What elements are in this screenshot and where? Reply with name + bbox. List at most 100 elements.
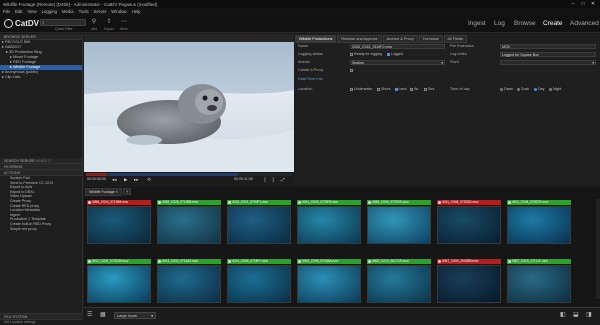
nav-create[interactable]: Create <box>543 20 563 27</box>
step-back-icon[interactable]: ◂◂ <box>112 177 117 183</box>
view-size-select[interactable]: Large Icons ▾ <box>114 312 156 319</box>
clip-status-bar: 4041_C004_0720F8.mov <box>297 200 361 205</box>
clip-tile[interactable]: 4004_C006_0715AA.mov <box>297 259 361 311</box>
loop-icon[interactable]: ⟲ <box>147 177 151 183</box>
add-tab-icon[interactable]: + <box>123 188 132 195</box>
clip-tile[interactable]: 4041_C004_0720F8.mov <box>297 200 361 252</box>
list-view-icon[interactable]: ☰ <box>87 311 92 318</box>
quick-filter-input[interactable]: ⌕ <box>40 19 86 26</box>
clip-tile[interactable]: 4011_C048_0720DD.mov <box>437 200 501 252</box>
clip-tile[interactable]: 4013_C002_0716A2.mov <box>157 259 221 311</box>
clip-name: 4010_C021_0720F1.mov <box>232 200 268 204</box>
clip-status-bar: 4010_C021_0720F1.mov <box>227 200 291 205</box>
file-extension-label: File Extension <box>450 44 474 48</box>
nav-browse[interactable]: Browse <box>514 20 536 27</box>
clip-tile[interactable]: 4011_C003_0720CB.mov <box>87 259 151 311</box>
clip-status-bar: 4013_C002_0716A2.mov <box>157 259 221 264</box>
location-checkbox[interactable]: Air <box>410 87 419 91</box>
add-label: Add <box>91 27 97 31</box>
clip-thumbnail <box>87 206 151 244</box>
filter-icon[interactable]: ⚲ <box>89 18 99 25</box>
nav-log[interactable]: Log <box>494 20 505 27</box>
location-checkbox[interactable]: Shore <box>377 87 391 91</box>
ready-for-logging-checkbox[interactable]: Ready for logging <box>350 52 382 56</box>
nav-ingest[interactable]: Ingest <box>468 20 486 27</box>
clip-thumbnail <box>227 206 291 244</box>
nav-advanced[interactable]: Advanced <box>570 20 599 27</box>
clip-tile[interactable]: 4058_C026_0713B8.mov <box>157 200 221 252</box>
clip-tile[interactable]: 0367_C009_2002BB.mov <box>437 259 501 311</box>
metadata-tab[interactable]: All Fields <box>443 35 467 43</box>
logged-checkbox[interactable]: Logged <box>387 52 403 56</box>
menu-item-tools[interactable]: Tools <box>79 9 89 14</box>
more-icon[interactable]: ⋯ <box>119 18 129 25</box>
clip-thumbnail <box>157 206 221 244</box>
close-icon[interactable]: ✕ <box>588 0 598 8</box>
clip-tile[interactable]: 4010_C021_0720F1.mov <box>227 200 291 252</box>
timeline-scrubber[interactable] <box>86 173 292 176</box>
maximize-icon[interactable]: □ <box>578 0 588 8</box>
time-of-day-radio[interactable]: Dawn <box>500 87 513 91</box>
grid-view-icon[interactable]: ▦ <box>100 311 106 318</box>
clip-tile[interactable]: 0367_C019_1711JC.mov <box>507 259 571 311</box>
checkbox-icon <box>423 87 427 91</box>
clip-name: 4011_C003_0720CB.mov <box>92 259 129 263</box>
create-proxy-checkbox[interactable] <box>350 68 354 72</box>
metadata-tab[interactable]: Release and Approve <box>337 35 382 43</box>
panel-right-icon[interactable]: ◨ <box>586 311 592 318</box>
plant-select[interactable]: ▾ <box>500 60 596 65</box>
menu-item-server[interactable]: Server <box>94 9 107 14</box>
mark-in-icon[interactable]: ⟦ <box>264 177 266 183</box>
location-checkbox[interactable]: Land <box>394 87 407 91</box>
actions-list: Scratch Pad Send to Premiere CC 2019 Expor… <box>0 176 82 231</box>
chevron-down-icon: ▾ <box>151 314 153 318</box>
export-icon[interactable]: ⇧ <box>104 18 114 25</box>
clip-status-bar: 4004_C006_0715AA.mov <box>297 259 361 264</box>
clip-tile[interactable]: 4056_C024_0713B5.mov <box>87 200 151 252</box>
location-checkbox[interactable]: Underwater <box>350 87 373 91</box>
minimize-icon[interactable]: – <box>568 0 578 8</box>
step-forward-icon[interactable]: ▸▸ <box>134 177 139 183</box>
file-system-item[interactable]: Net Locaiton settings <box>0 320 83 324</box>
menu-item-file[interactable]: File <box>3 9 10 14</box>
metadata-tab[interactable]: Wildlife Productions <box>295 35 337 43</box>
animal-select[interactable]: Sealion ▾ <box>350 60 445 65</box>
metadata-tab[interactable]: Archive & Proxy <box>382 35 418 43</box>
location-checkbox[interactable]: Sea <box>423 87 434 91</box>
menu-item-logging[interactable]: Logging <box>42 9 57 14</box>
clip-thumbnail <box>297 206 361 244</box>
clip-thumbnail <box>437 206 501 244</box>
gallery-scrollbar[interactable] <box>596 199 600 299</box>
menu-item-edit[interactable]: Edit <box>15 9 22 14</box>
menu-item-view[interactable]: View <box>27 9 36 14</box>
timecode-left: 00:00:00:00 <box>87 177 106 181</box>
clip-tile[interactable]: 4014_C005_0718F1.mov <box>227 259 291 311</box>
action-item[interactable]: Simple red proxy <box>0 227 82 232</box>
file-extension-field[interactable]: MOV <box>500 44 596 49</box>
clip-name: 4011_C048_0720CE.mov <box>512 200 549 204</box>
clip-tile[interactable]: 4058_C004_0707DE.mov <box>367 200 431 252</box>
video-frame[interactable] <box>84 42 294 172</box>
menu-item-help[interactable]: Help <box>132 9 141 14</box>
date-time-link[interactable]: Date/Time Info <box>298 77 323 81</box>
log-notes-field[interactable]: Logged for Square Box <box>500 52 596 57</box>
menu-item-media[interactable]: Media <box>62 9 74 14</box>
time-of-day-radio[interactable]: Day <box>534 87 544 91</box>
menu-item-window[interactable]: Window <box>111 9 126 14</box>
mark-out-icon[interactable]: ⟧ <box>272 177 274 183</box>
time-of-day-radio[interactable]: Dusk <box>517 87 529 91</box>
fullscreen-icon[interactable]: ⤢ <box>281 177 285 182</box>
name-field[interactable]: 2006_C041_0119F2.mov <box>350 44 445 49</box>
radio-icon <box>549 87 552 91</box>
status-dot-icon <box>228 260 231 263</box>
clip-tile[interactable]: 4005_C019_0617CE.mov <box>367 259 431 311</box>
panel-left-icon[interactable]: ◧ <box>560 311 566 318</box>
clip-tile[interactable]: 4011_C048_0720CE.mov <box>507 200 571 252</box>
time-of-day-radio[interactable]: Night <box>549 87 561 91</box>
panel-bottom-icon[interactable]: ⬓ <box>573 311 579 318</box>
clip-name: 0367_C019_1711JC.mov <box>512 259 548 263</box>
close-icon[interactable]: × <box>116 190 118 194</box>
play-icon[interactable]: ▶ <box>124 177 127 183</box>
metadata-tab[interactable]: Technical <box>418 35 443 43</box>
gallery-tab[interactable]: Wildlife Footage × <box>85 188 122 196</box>
